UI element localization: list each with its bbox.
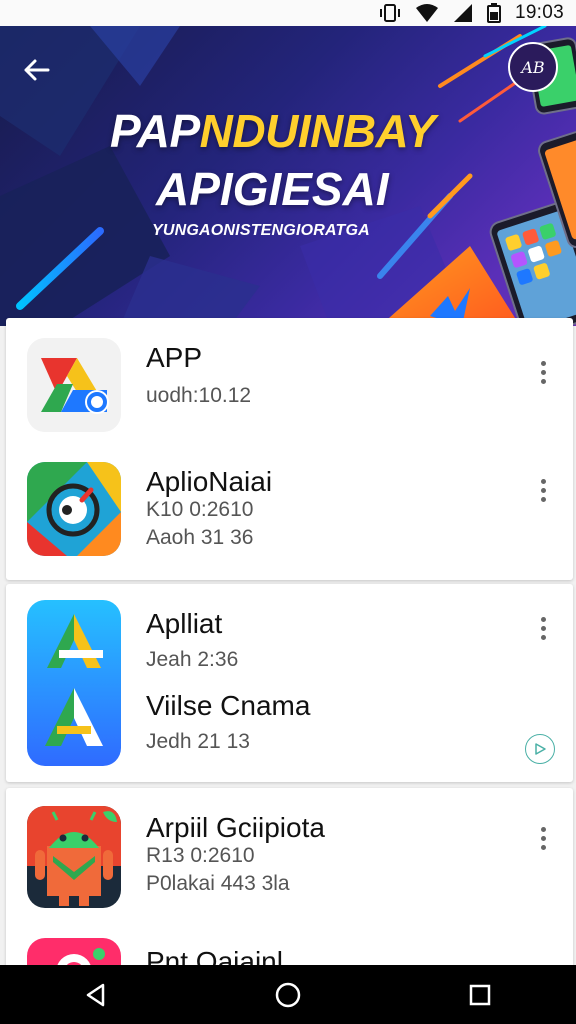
arrow-back-icon: [24, 59, 50, 81]
app-meta: K10 0:2610: [146, 498, 254, 521]
google-drive-style-icon: [27, 338, 121, 432]
app-meta: uodh:10.12: [146, 384, 252, 407]
app-meta: P0lakai 443 3la: [146, 872, 290, 895]
signal-icon: [453, 3, 473, 23]
app-meta: Jedh 21 13: [146, 730, 250, 753]
status-bar: 19:03: [0, 0, 576, 26]
list-item[interactable]: Arpiil Gciipiota R13 0:2610 P0lakai 443 …: [6, 788, 573, 928]
more-options-button[interactable]: [531, 356, 555, 388]
recents-square-icon: [469, 984, 491, 1005]
home-circle-icon: [275, 982, 301, 1007]
app-name: APP: [146, 342, 203, 373]
list-item[interactable]: APP uodh:10.12: [6, 318, 573, 448]
vibrate-icon: [379, 3, 401, 23]
play-button[interactable]: [525, 734, 555, 764]
wifi-icon: [415, 3, 439, 23]
hero-banner: AB PAPNDUINBAY APIGIESAI YUNGAONISTENGIO…: [0, 26, 576, 326]
app-card: APP uodh:10.12 AplioNaiai K10 0:2610 Aao…: [6, 318, 573, 580]
nav-back-button[interactable]: [66, 970, 126, 1020]
battery-icon: [486, 3, 501, 23]
app-meta: R13 0:2610: [146, 844, 255, 867]
hero-title-line1: PAPNDUINBAY: [110, 104, 436, 158]
app-card: Aplliat Jeah 2:36 Viilse Cnama Jedh 21 1…: [6, 584, 573, 782]
blue-a-icon: [27, 600, 121, 766]
android-robot-icon: [27, 806, 121, 908]
hero-subtitle: YUNGAONISTENGIORATGA: [152, 222, 370, 239]
colorful-compass-icon: [27, 462, 121, 556]
app-name: Aplliat: [146, 608, 223, 639]
play-arrow-icon: [535, 743, 546, 755]
app-name: Viilse Cnama: [146, 690, 311, 721]
app-meta: Jeah 2:36: [146, 648, 239, 671]
app-name: AplioNaiai: [146, 466, 273, 497]
navigation-bar: [0, 965, 576, 1024]
list-item[interactable]: AplioNaiai K10 0:2610 Aaoh 31 36: [6, 448, 573, 580]
status-time: 19:03: [514, 2, 564, 23]
app-meta: Aaoh 31 36: [146, 526, 254, 549]
app-name: Arpiil Gciipiota: [146, 812, 325, 843]
hero-badge[interactable]: AB: [508, 42, 558, 92]
more-options-button[interactable]: [531, 822, 555, 854]
back-button[interactable]: [14, 48, 58, 92]
nav-home-button[interactable]: [258, 970, 318, 1020]
hero-title-line2: APIGIESAI: [156, 163, 389, 215]
more-options-button[interactable]: [531, 474, 555, 506]
nav-recents-button[interactable]: [450, 970, 510, 1020]
more-options-button[interactable]: [531, 612, 555, 644]
hero-title-part-b: NDUINBAY: [199, 105, 436, 157]
app-card: Arpiil Gciipiota R13 0:2610 P0lakai 443 …: [6, 788, 573, 998]
list-item[interactable]: Aplliat Jeah 2:36 Viilse Cnama Jedh 21 1…: [6, 584, 573, 782]
hero-title-part-a: PAP: [110, 105, 200, 157]
back-triangle-icon: [86, 983, 105, 1006]
